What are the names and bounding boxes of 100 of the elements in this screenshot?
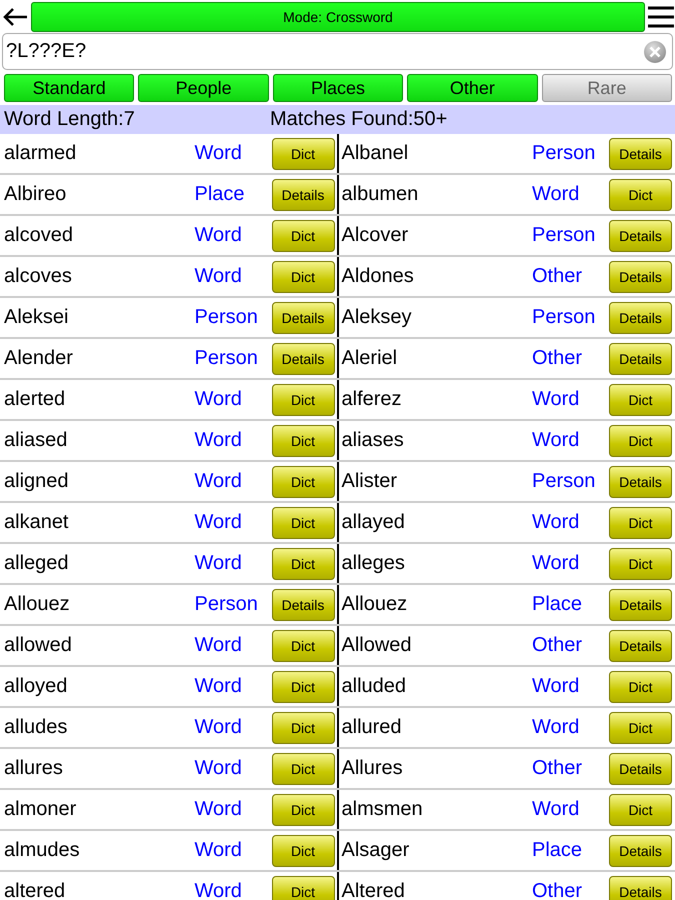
word-text: Aldones xyxy=(342,265,415,288)
word-text: aliases xyxy=(342,429,405,452)
lookup-button[interactable]: Details xyxy=(272,302,334,334)
lookup-button[interactable]: Dict xyxy=(272,712,334,744)
word-text: alludes xyxy=(4,716,68,739)
lookup-button[interactable]: Dict xyxy=(272,220,334,252)
word-text: almsmen xyxy=(342,798,424,821)
lookup-button[interactable]: Details xyxy=(609,630,672,662)
lookup-button[interactable]: Details xyxy=(272,588,334,620)
word-text: altered xyxy=(4,880,66,900)
lookup-button[interactable]: Dict xyxy=(272,260,334,292)
word-text: allayed xyxy=(342,511,406,534)
word-type-text: Word xyxy=(194,757,243,780)
lookup-button[interactable]: Dict xyxy=(272,138,334,170)
word-type-text: Word xyxy=(194,142,243,165)
word-type-text: Person xyxy=(194,306,259,329)
lookup-button[interactable]: Dict xyxy=(609,670,672,702)
word-text: aliased xyxy=(4,429,68,452)
lookup-button[interactable]: Dict xyxy=(272,424,334,456)
lookup-button[interactable]: Dict xyxy=(609,712,672,744)
search-field[interactable]: ?L???E? xyxy=(2,33,673,70)
word-text: alcoves xyxy=(4,265,73,288)
word-type-text: Word xyxy=(194,675,243,698)
lookup-button[interactable]: Dict xyxy=(272,384,334,416)
word-type-text: Word xyxy=(194,224,243,247)
word-text: Alcover xyxy=(342,224,410,247)
word-type-text: Word xyxy=(194,798,243,821)
word-type-text: Word xyxy=(194,552,243,575)
word-text: alkanet xyxy=(4,511,70,534)
word-text: allures xyxy=(4,757,64,780)
lookup-button[interactable]: Details xyxy=(609,588,672,620)
lookup-button[interactable]: Details xyxy=(272,178,334,210)
lookup-button[interactable]: Details xyxy=(609,466,672,498)
word-text: Albanel xyxy=(342,142,410,165)
lookup-button[interactable]: Details xyxy=(609,220,672,252)
word-type-text: Word xyxy=(194,265,243,288)
lookup-button[interactable]: Dict xyxy=(272,670,334,702)
word-length-text: Word Length:7 xyxy=(4,108,136,131)
lookup-button[interactable]: Details xyxy=(609,138,672,170)
word-text: allured xyxy=(342,716,403,739)
word-text: Allouez xyxy=(4,593,71,616)
lookup-button[interactable]: Dict xyxy=(272,794,334,826)
lookup-button[interactable]: Dict xyxy=(609,794,672,826)
lookup-button[interactable]: Dict xyxy=(609,506,672,538)
lookup-button[interactable]: Details xyxy=(609,260,672,292)
word-type-text: Other xyxy=(532,265,584,288)
lookup-button[interactable]: Dict xyxy=(609,424,672,456)
matches-text: Matches Found:50+ xyxy=(270,108,448,131)
word-type-text: Word xyxy=(194,388,243,411)
lookup-button[interactable]: Dict xyxy=(272,752,334,784)
filter-button[interactable]: Other xyxy=(407,74,538,102)
word-type-text: Word xyxy=(532,388,580,411)
lookup-button[interactable]: Dict xyxy=(609,178,672,210)
word-type-text: Place xyxy=(194,183,246,206)
lookup-button[interactable]: Details xyxy=(609,302,672,334)
lookup-button[interactable]: Details xyxy=(609,342,672,374)
word-text: Alsager xyxy=(342,839,410,862)
word-type-text: Other xyxy=(532,634,584,657)
word-text: Allowed xyxy=(342,634,413,657)
word-text: albumen xyxy=(342,183,420,206)
lookup-button[interactable]: Details xyxy=(609,834,672,866)
mode-bar[interactable]: Mode: Crossword xyxy=(31,2,645,32)
lookup-button[interactable]: Dict xyxy=(272,548,334,580)
word-type-text: Person xyxy=(194,593,259,616)
word-text: Altered xyxy=(342,880,406,900)
word-type-text: Person xyxy=(532,142,596,165)
lookup-button[interactable]: Dict xyxy=(272,630,334,662)
word-text: alleged xyxy=(4,552,70,575)
lookup-button[interactable]: Dict xyxy=(609,548,672,580)
word-type-text: Person xyxy=(532,306,596,329)
word-text: almudes xyxy=(4,839,81,862)
word-type-text: Word xyxy=(194,634,243,657)
filter-button[interactable]: People xyxy=(138,74,269,102)
menu-icon[interactable] xyxy=(648,4,674,28)
lookup-button[interactable]: Dict xyxy=(272,466,334,498)
word-type-text: Word xyxy=(532,675,580,698)
clear-icon[interactable] xyxy=(643,40,667,64)
word-type-text: Word xyxy=(194,716,243,739)
back-arrow-icon[interactable] xyxy=(2,6,28,26)
lookup-button[interactable]: Dict xyxy=(272,876,334,900)
filter-button[interactable]: Rare xyxy=(542,74,672,102)
lookup-button[interactable]: Dict xyxy=(609,384,672,416)
lookup-button[interactable]: Details xyxy=(609,752,672,784)
lookup-button[interactable]: Details xyxy=(609,876,672,900)
lookup-button[interactable]: Details xyxy=(272,342,334,374)
word-text: aligned xyxy=(4,470,70,493)
word-text: alleges xyxy=(342,552,406,575)
word-type-text: Word xyxy=(532,798,580,821)
word-text: Allures xyxy=(342,757,404,780)
word-text: alferez xyxy=(342,388,403,411)
lookup-button[interactable]: Dict xyxy=(272,506,334,538)
filter-button[interactable]: Places xyxy=(272,74,404,102)
word-type-text: Word xyxy=(194,511,243,534)
word-text: Alister xyxy=(342,470,398,493)
word-text: alerted xyxy=(4,388,66,411)
word-text: Aleksei xyxy=(4,306,70,329)
lookup-button[interactable]: Dict xyxy=(272,834,334,866)
word-text: alloyed xyxy=(4,675,68,698)
word-type-text: Other xyxy=(532,880,584,900)
filter-button[interactable]: Standard xyxy=(4,74,134,102)
